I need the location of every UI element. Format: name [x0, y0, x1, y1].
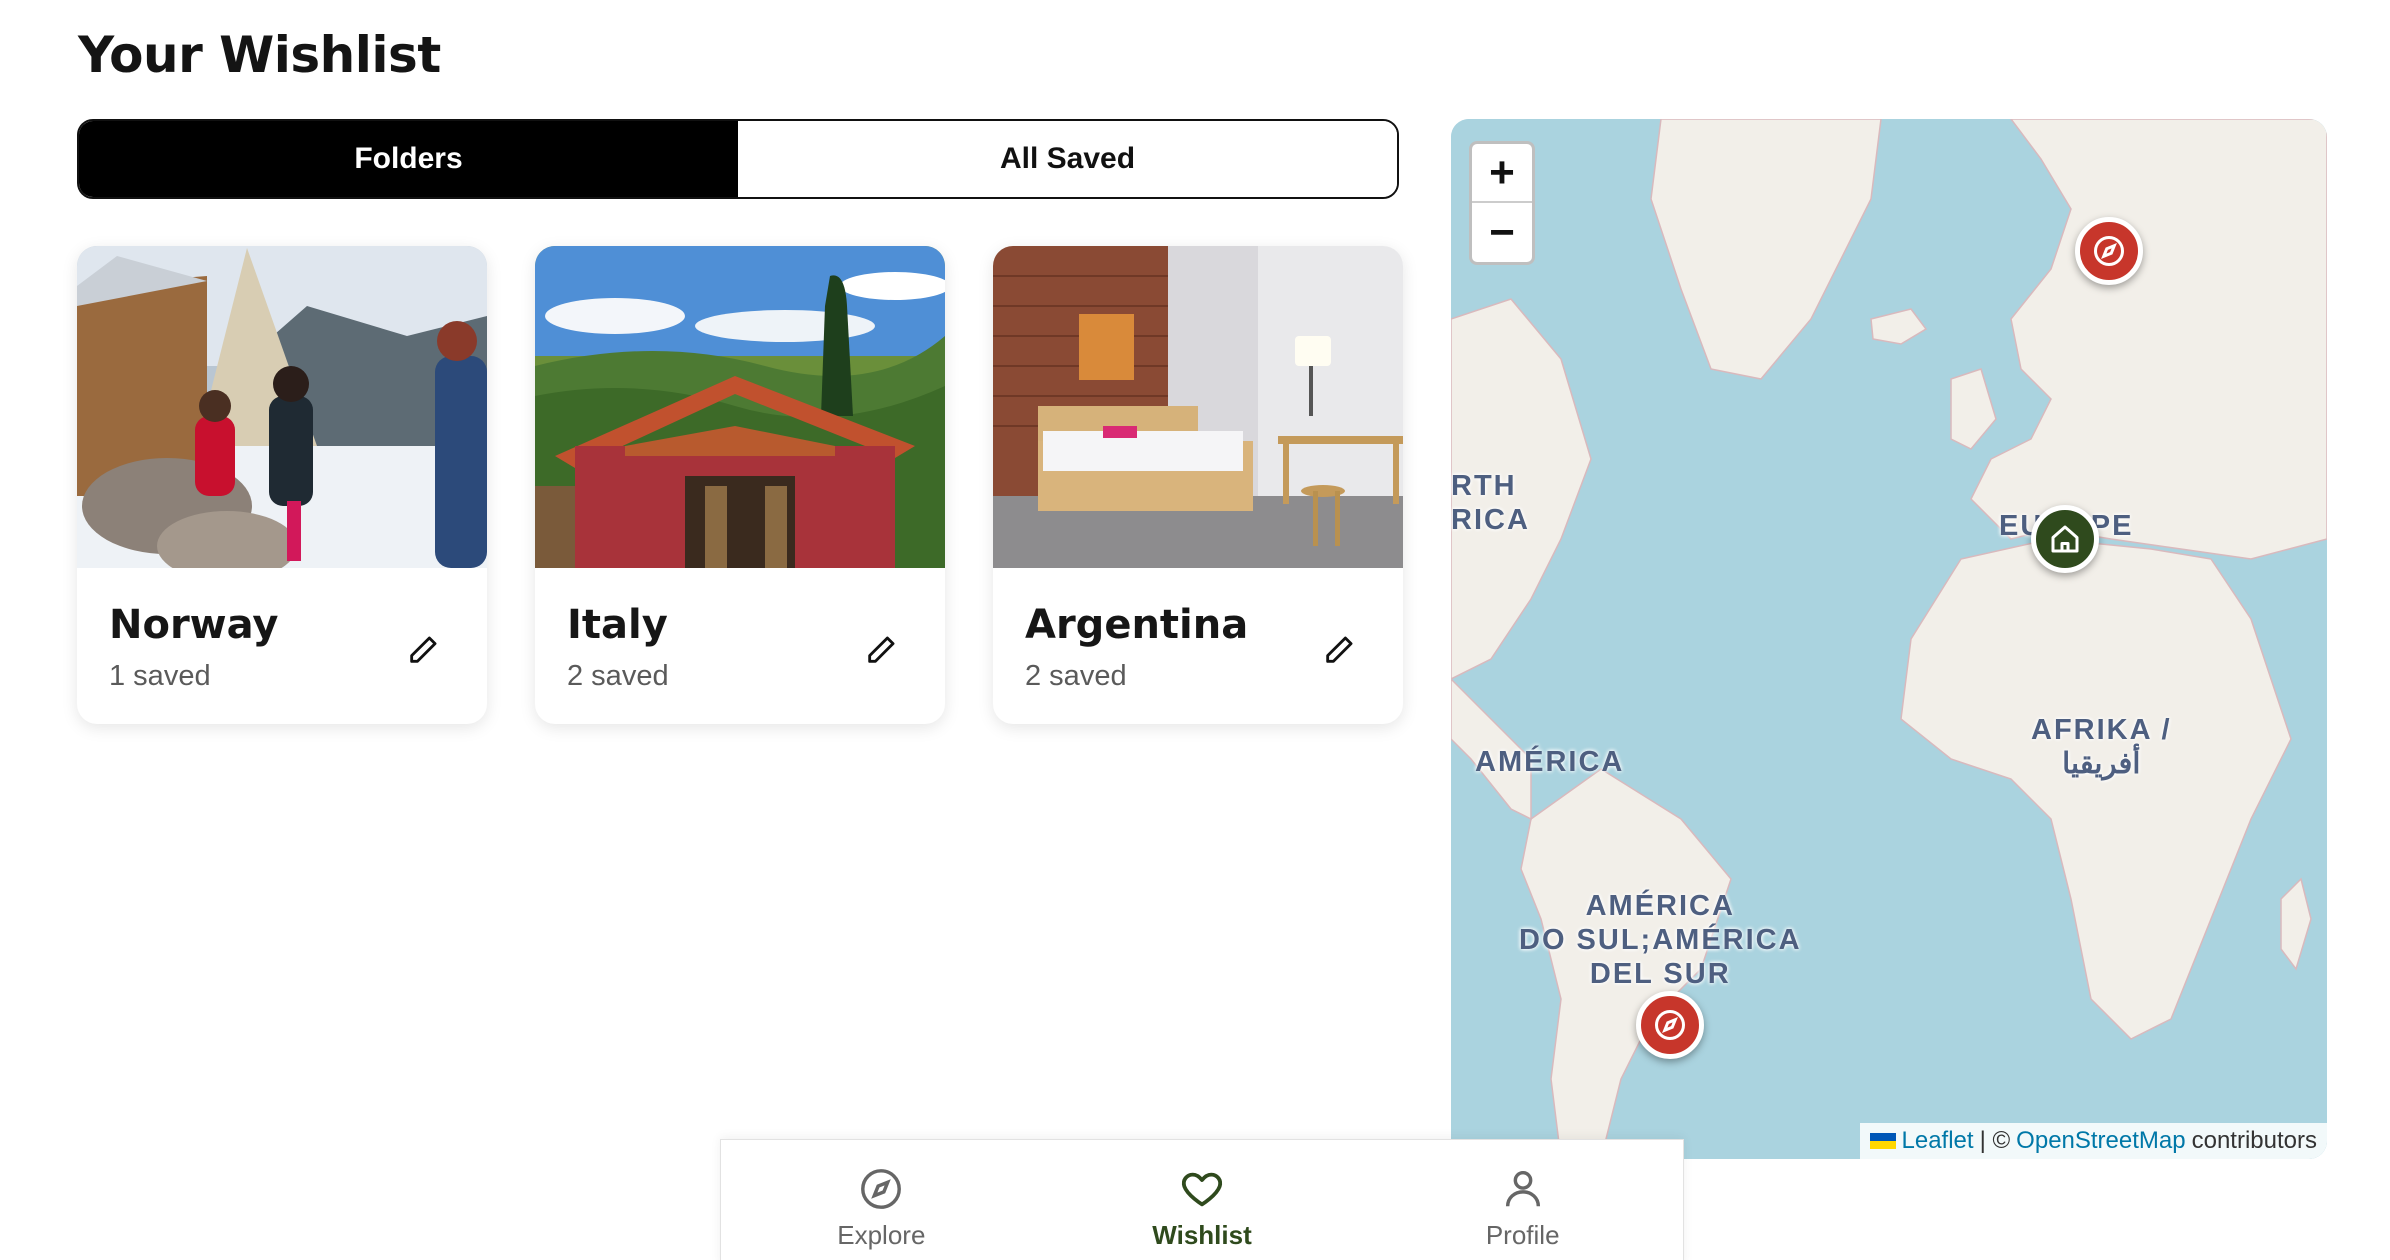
argentina-pin[interactable]: [1636, 991, 1704, 1059]
italy-photo: [535, 246, 945, 568]
nav-item-explore[interactable]: Explore: [721, 1140, 1042, 1260]
heart-icon: [1181, 1172, 1223, 1207]
bottom-nav: Explore Wishlist Profile: [720, 1139, 1684, 1260]
argentina-photo: [993, 246, 1403, 568]
edit-folder-button[interactable]: [861, 630, 901, 670]
person-icon: [1505, 1170, 1540, 1207]
map-tiles: [1451, 119, 2327, 1159]
page-title: Your Wishlist: [78, 26, 441, 84]
leaflet-link[interactable]: Leaflet: [1902, 1127, 1974, 1155]
folder-count: 1 saved: [109, 660, 211, 692]
compass-icon: [1655, 1010, 1685, 1040]
nav-label: Wishlist: [1152, 1220, 1252, 1250]
attribution-separator: | ©: [1979, 1127, 2011, 1154]
map-label-north-america: RTH RICA: [1451, 470, 1530, 536]
zoom-in-button[interactable]: +: [1472, 144, 1532, 203]
folder-name: Argentina: [1025, 602, 1249, 648]
map-label-africa: AFRIKA / أفريقيا: [2031, 714, 2172, 780]
folder-image-italy: [535, 246, 945, 568]
compass-icon: [2094, 236, 2124, 266]
pencil-icon: [410, 636, 437, 663]
folder-image-argentina: [993, 246, 1403, 568]
folder-card-italy[interactable]: Italy 2 saved: [535, 246, 945, 724]
view-toggle: Folders All Saved: [77, 119, 1399, 199]
folder-count: 2 saved: [1025, 660, 1127, 692]
norway-pin[interactable]: [2075, 217, 2143, 285]
nav-item-wishlist[interactable]: Wishlist: [1042, 1140, 1363, 1260]
zoom-control: + −: [1469, 141, 1535, 265]
map-label-south-america: AMÉRICA DO SUL;AMÉRICA DEL SUR: [1519, 890, 1802, 990]
folder-card-argentina[interactable]: Argentina 2 saved: [993, 246, 1403, 724]
folder-name: Italy: [567, 602, 668, 648]
folder-count: 2 saved: [567, 660, 669, 692]
map-label-america: AMÉRICA: [1475, 746, 1625, 778]
folder-name: Norway: [109, 602, 279, 648]
map-attribution: Leaflet | © OpenStreetMap contributors: [1859, 1123, 2327, 1159]
pencil-icon: [868, 636, 895, 663]
map[interactable]: + − RTH RICA EUROPE AMÉRICA AMÉRICA DO S…: [1451, 119, 2327, 1159]
openstreetmap-link[interactable]: OpenStreetMap: [2016, 1127, 2185, 1155]
zoom-out-button[interactable]: −: [1472, 203, 1532, 262]
norway-photo: [77, 246, 487, 568]
edit-folder-button[interactable]: [1319, 630, 1359, 670]
attribution-suffix: contributors: [2191, 1127, 2317, 1154]
tab-all-saved[interactable]: All Saved: [738, 121, 1397, 197]
folder-card-norway[interactable]: Norway 1 saved: [77, 246, 487, 724]
nav-item-profile[interactable]: Profile: [1362, 1140, 1683, 1260]
home-icon: [2051, 525, 2079, 553]
nav-label: Profile: [1485, 1220, 1560, 1250]
edit-folder-button[interactable]: [403, 630, 443, 670]
ukraine-flag-icon: [1869, 1133, 1896, 1149]
compass-icon: [861, 1169, 902, 1209]
nav-label: Explore: [837, 1220, 926, 1250]
home-pin[interactable]: [2031, 505, 2099, 573]
pencil-icon: [1326, 636, 1353, 663]
tab-folders[interactable]: Folders: [79, 121, 738, 197]
folder-image-norway: [77, 246, 487, 568]
